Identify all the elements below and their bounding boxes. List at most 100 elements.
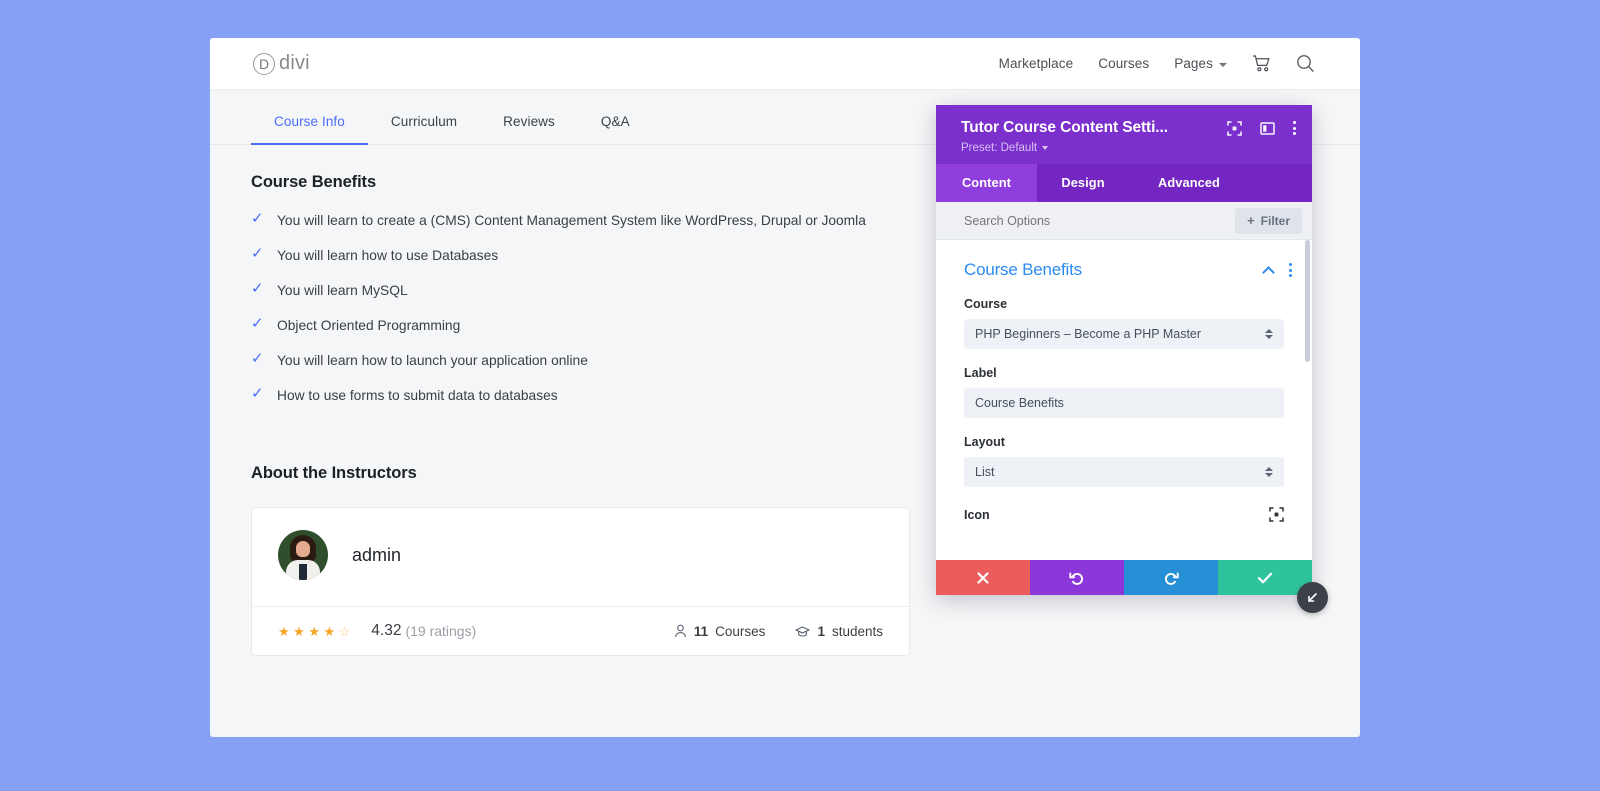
focus-target-icon[interactable] [1227,120,1242,136]
tab-curriculum[interactable]: Curriculum [368,114,480,144]
field-label: Label [964,366,997,380]
cancel-button[interactable] [936,560,1030,595]
tab-course-info[interactable]: Course Info [251,114,368,145]
check-icon: ✓ [251,385,264,402]
chevron-down-icon [1042,146,1049,150]
tab-reviews[interactable]: Reviews [480,114,578,144]
check-icon: ✓ [251,280,264,297]
site-header: D divi Marketplace Courses Pages [210,38,1360,89]
stat-label: students [831,623,883,639]
cart-icon[interactable] [1252,55,1271,72]
benefit-text: You will learn MySQL [277,283,408,298]
chevron-up-icon[interactable] [1262,265,1275,279]
nav-item-label: Courses [1098,56,1150,71]
stat-value: 11 [693,623,709,639]
undo-button[interactable] [1030,560,1124,595]
stat-value: 1 [817,623,825,639]
search-icon[interactable] [1296,54,1315,73]
field-label: Layout [964,435,1005,449]
filter-button[interactable]: + Filter [1235,207,1302,234]
field-layout: Layout List [936,435,1312,487]
field-label: Icon [964,507,990,522]
filter-label: Filter [1260,213,1290,228]
check-icon: ✓ [251,245,264,262]
star-filled-icon: ★ [308,623,320,639]
panel-body: Course Benefits Course PHP Beginners – B… [936,240,1312,560]
tab-advanced[interactable]: Advanced [1129,164,1249,202]
star-filled-icon: ★ [293,623,305,639]
select-arrows-icon [1265,467,1273,477]
panel-header: Tutor Course Content Setti... Preset: De… [936,105,1312,164]
avatar [278,530,328,580]
nav-item-label: Marketplace [998,56,1074,71]
select-value: List [975,465,995,479]
panel-resize-handle[interactable] [1297,582,1328,613]
instructor-card-header: admin [252,508,909,606]
field-course: Course PHP Beginners – Become a PHP Mast… [936,297,1312,349]
search-input[interactable] [964,213,1236,228]
star-empty-icon: ☆ [338,623,351,639]
divi-settings-panel: Tutor Course Content Setti... Preset: De… [936,105,1328,613]
rating-count: (19 ratings) [405,623,477,639]
check-icon: ✓ [251,315,264,332]
tab-qa[interactable]: Q&A [578,114,653,144]
star-filled-icon: ★ [323,623,336,639]
graduation-cap-icon [795,625,811,638]
chevron-down-icon [1219,62,1227,67]
section-header: Course Benefits [936,240,1312,280]
icon-picker-icon[interactable] [1269,507,1284,522]
list-item: ✓ Object Oriented Programming [251,314,901,338]
panel-action-bar [936,560,1312,595]
layout-select[interactable]: List [964,457,1284,487]
nav-item-pages[interactable]: Pages [1174,56,1227,71]
select-arrows-icon [1265,329,1273,339]
stat-students: 1 students [795,624,883,639]
panel-search-bar: + Filter [936,202,1312,240]
nav-item-courses[interactable]: Courses [1098,56,1149,71]
check-icon: ✓ [251,210,264,227]
rating-stars: ★ ★ ★ ★ ☆ [278,625,350,638]
nav-item-label: Pages [1174,56,1213,71]
label-text-input[interactable]: Course Benefits [964,388,1284,418]
benefit-text: You will learn how to launch your applic… [277,353,588,368]
select-value: PHP Beginners – Become a PHP Master [975,327,1202,341]
redo-button[interactable] [1124,560,1218,595]
instructor-card-footer: ★ ★ ★ ★ ☆ 4.32 (19 ratings) 11 Courses 1… [252,606,909,655]
person-icon [674,624,687,638]
panel-tabs: Content Design Advanced [936,164,1312,202]
list-item: ✓ You will learn how to launch your appl… [251,349,901,373]
list-item: ✓ You will learn how to use Databases [251,244,901,268]
layout-panel-icon[interactable] [1260,121,1275,136]
field-label-input: Label Course Benefits [936,366,1312,418]
nav-item-marketplace[interactable]: Marketplace [999,56,1074,71]
site-nav: Marketplace Courses Pages [999,54,1315,73]
tab-content[interactable]: Content [936,164,1037,202]
divi-logo[interactable]: D divi [253,52,310,75]
instructor-name[interactable]: admin [352,545,401,566]
rating-value: 4.32 [371,622,402,639]
panel-scrollbar[interactable] [1305,240,1310,362]
list-item: ✓ You will learn MySQL [251,279,901,303]
tab-design[interactable]: Design [1037,164,1129,202]
screen: D divi Marketplace Courses Pages Course … [0,0,1600,791]
input-value: Course Benefits [975,396,1064,410]
instructor-card: admin ★ ★ ★ ★ ☆ 4.32 (19 ratings) 11 Cou… [251,507,910,656]
stat-label: Courses [715,623,766,639]
more-vertical-icon[interactable] [1293,121,1296,135]
list-item: ✓ You will learn to create a (CMS) Conte… [251,209,901,233]
list-item: ✓ How to use forms to submit data to dat… [251,384,901,408]
instructor-stats: 11 Courses 1 students [674,624,883,639]
benefit-text: You will learn how to use Databases [277,248,499,263]
course-select[interactable]: PHP Beginners – Become a PHP Master [964,319,1284,349]
check-icon: ✓ [251,350,264,367]
benefit-text: Object Oriented Programming [277,318,461,333]
panel-title: Tutor Course Content Setti... [961,119,1168,136]
field-icon: Icon [936,507,1312,522]
divi-logo-text: divi [279,52,310,74]
field-label: Course [964,297,1008,311]
benefit-text: How to use forms to submit data to datab… [277,388,558,403]
preset-label: Preset: Default [961,142,1038,154]
panel-preset[interactable]: Preset: Default [961,142,1296,154]
star-filled-icon: ★ [278,623,290,639]
section-more-vertical-icon[interactable] [1289,263,1292,277]
